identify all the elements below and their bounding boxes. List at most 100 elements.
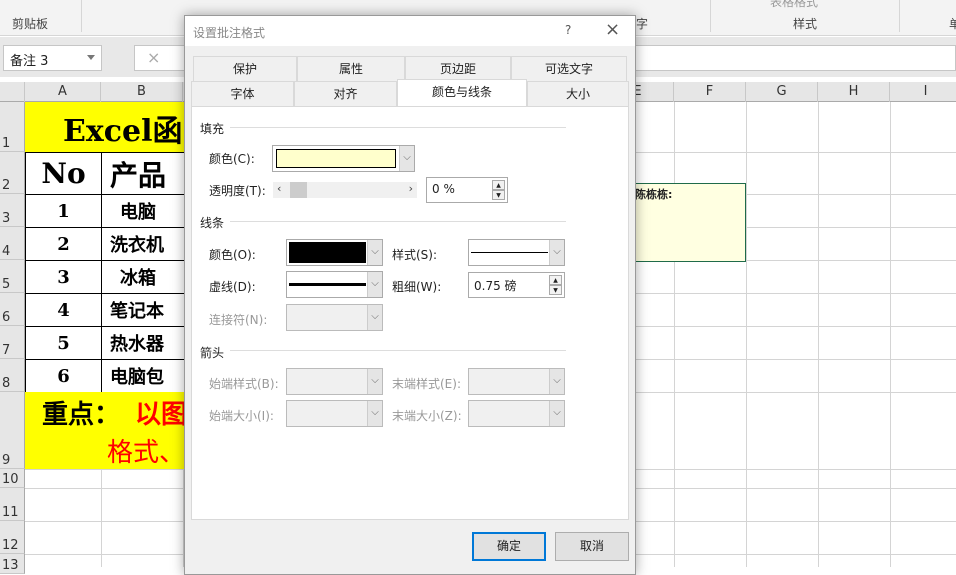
spin-down-icon[interactable]: ▼: [549, 285, 562, 295]
scroll-right-icon[interactable]: ›: [409, 182, 413, 195]
comment-box[interactable]: 陈栋栋:: [634, 183, 746, 262]
row-header[interactable]: 12: [0, 521, 25, 554]
cell-product[interactable]: 洗衣机: [101, 227, 191, 261]
tab-font[interactable]: 字体: [191, 81, 294, 106]
chevron-down-icon: ⌵: [367, 305, 382, 330]
dialog-title-bar: 设置批注格式 ? ×: [185, 16, 635, 46]
fill-section-title: 填充: [200, 122, 225, 136]
select-all-button[interactable]: [0, 82, 25, 102]
chevron-down-icon[interactable]: ⌵: [549, 240, 564, 265]
dialog-title: 设置批注格式: [193, 26, 266, 40]
transparency-value: 0 %: [432, 182, 455, 196]
begin-size-select: ⌵: [286, 400, 383, 427]
chevron-down-icon: ⌵: [367, 401, 382, 426]
weight-input[interactable]: 0.75 磅 ▲ ▼: [468, 272, 565, 298]
column-header[interactable]: B: [101, 82, 183, 102]
end-size-label: 末端大小(Z):: [392, 409, 462, 423]
row-header[interactable]: 1: [0, 102, 25, 152]
row-header[interactable]: 9: [0, 392, 25, 469]
cell-no[interactable]: 4: [25, 293, 102, 327]
row-header[interactable]: 7: [0, 326, 25, 359]
row-header[interactable]: 3: [0, 194, 25, 227]
begin-size-label: 始端大小(I):: [209, 409, 274, 423]
cell-no[interactable]: 5: [25, 326, 102, 360]
chevron-down-icon[interactable]: ⌵: [367, 272, 382, 297]
cell-product[interactable]: 电脑包: [101, 359, 191, 393]
chevron-down-icon[interactable]: ⌵: [399, 146, 414, 171]
cell-product[interactable]: 笔记本: [101, 293, 191, 327]
row-header[interactable]: 10: [0, 469, 25, 488]
ok-button[interactable]: 确定: [472, 532, 546, 561]
cell-no[interactable]: 2: [25, 227, 102, 261]
cancel-icon[interactable]: ×: [147, 48, 160, 67]
cell-product[interactable]: 冰箱: [101, 260, 191, 294]
name-box[interactable]: 备注 3: [3, 45, 102, 71]
spin-up-icon[interactable]: ▲: [549, 275, 562, 285]
close-icon[interactable]: ×: [605, 19, 620, 40]
row-header[interactable]: 5: [0, 260, 25, 293]
tab-protection[interactable]: 保护: [193, 56, 297, 81]
cell-product[interactable]: 电脑: [101, 194, 191, 228]
title-cell[interactable]: Excel函: [25, 102, 195, 153]
line-color-label: 颜色(O):: [209, 248, 256, 262]
dash-select[interactable]: ⌵: [286, 271, 383, 298]
spin-up-icon[interactable]: ▲: [492, 180, 505, 190]
ribbon-group-font: 字: [636, 17, 649, 31]
header-no[interactable]: No: [25, 152, 102, 195]
note-text-1: 以图: [135, 400, 188, 430]
line-color-select[interactable]: ⌵: [286, 239, 383, 266]
row-header[interactable]: 6: [0, 293, 25, 326]
row-header[interactable]: 8: [0, 359, 25, 392]
fill-color-swatch: [276, 149, 396, 168]
row-header[interactable]: 13: [0, 554, 25, 574]
chevron-down-icon[interactable]: [87, 55, 95, 64]
column-header[interactable]: I: [890, 82, 956, 102]
scroll-left-icon[interactable]: ‹: [277, 182, 281, 195]
cell-no[interactable]: 1: [25, 194, 102, 228]
end-size-select: ⌵: [468, 400, 565, 427]
line-section-title: 线条: [200, 216, 225, 230]
tab-alignment[interactable]: 对齐: [294, 81, 397, 106]
cell-no[interactable]: 6: [25, 359, 102, 393]
ribbon-table-format[interactable]: 表格格式: [770, 0, 818, 10]
name-box-value: 备注 3: [10, 54, 49, 69]
cell-no[interactable]: 3: [25, 260, 102, 294]
transparency-slider[interactable]: ‹ ›: [273, 182, 417, 198]
row-header[interactable]: 2: [0, 152, 25, 194]
line-style-label: 样式(S):: [392, 248, 438, 262]
transparency-label: 透明度(T):: [209, 184, 266, 198]
column-header[interactable]: F: [674, 82, 746, 102]
tab-alt-text[interactable]: 可选文字: [511, 56, 627, 81]
end-style-label: 末端样式(E):: [392, 377, 461, 391]
header-product[interactable]: 产品: [101, 152, 191, 195]
tab-properties[interactable]: 属性: [297, 56, 405, 81]
transparency-input[interactable]: 0 % ▲ ▼: [426, 177, 508, 203]
weight-label: 粗细(W):: [392, 280, 442, 294]
arrows-section-title: 箭头: [200, 346, 225, 360]
tab-colors-lines[interactable]: 颜色与线条: [397, 79, 527, 106]
column-header[interactable]: A: [25, 82, 101, 102]
column-header[interactable]: H: [818, 82, 890, 102]
row-header[interactable]: 4: [0, 227, 25, 260]
end-style-select: ⌵: [468, 368, 565, 395]
begin-style-select: ⌵: [286, 368, 383, 395]
comment-author: 陈栋栋:: [635, 188, 673, 201]
line-style-select[interactable]: ⌵: [468, 239, 565, 266]
dash-label: 虚线(D):: [209, 280, 256, 294]
slider-thumb[interactable]: [290, 182, 307, 198]
row-header[interactable]: 11: [0, 488, 25, 521]
chevron-down-icon: ⌵: [549, 369, 564, 394]
note-cell[interactable]: 重点： 以图 格式、: [25, 392, 195, 469]
cell-product[interactable]: 热水器: [101, 326, 191, 360]
spin-down-icon[interactable]: ▼: [492, 190, 505, 200]
tab-margins[interactable]: 页边距: [405, 56, 511, 81]
chevron-down-icon[interactable]: ⌵: [367, 240, 382, 265]
chevron-down-icon: ⌵: [549, 401, 564, 426]
cancel-button[interactable]: 取消: [555, 532, 629, 561]
fill-color-select[interactable]: ⌵: [272, 145, 415, 172]
weight-value: 0.75 磅: [474, 279, 517, 293]
help-icon[interactable]: ?: [565, 23, 571, 37]
connector-label: 连接符(N):: [209, 313, 268, 327]
tab-size[interactable]: 大小: [527, 81, 629, 106]
column-header[interactable]: G: [746, 82, 818, 102]
